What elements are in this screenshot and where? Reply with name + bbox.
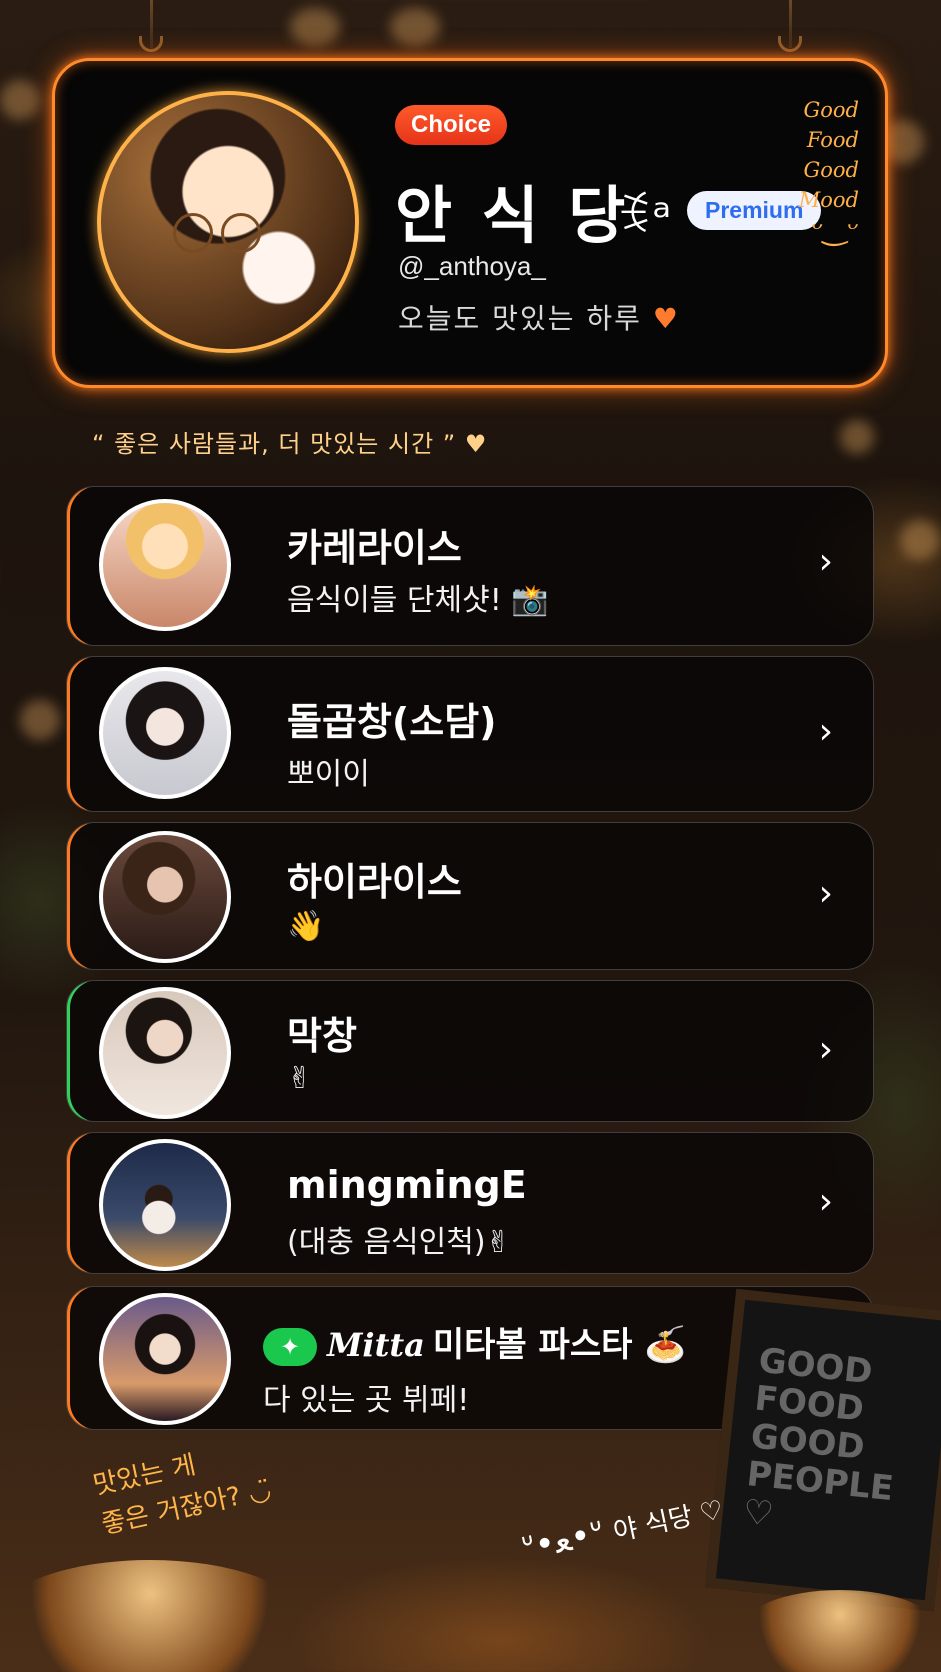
chalkboard-sign: GOOD FOOD GOOD PEOPLE ♡ — [704, 1288, 941, 1612]
profile-card: Choice 안 식 당 ꉂᵃ Premium @_anthoya_ 오늘도 맛… — [52, 58, 888, 388]
row-title: 하이라이스 — [287, 860, 462, 904]
row-subtitle: 다 있는 곳 뷔페! — [263, 1383, 470, 1418]
profile-motto: 오늘도 맛있는 하루 ♥ — [398, 297, 680, 337]
link-row-hi-rice[interactable]: 하이라이스 👋 › — [66, 822, 874, 970]
row-title: 미타볼 파스타 🍝 — [432, 1325, 687, 1365]
note-text: 야 식당 ♡ — [610, 1494, 727, 1548]
profile-name: 안 식 당 — [395, 179, 630, 252]
link-row-dolgopchang[interactable]: 돌곱창(소담) 뽀이이 › — [66, 656, 874, 812]
row-avatar — [99, 831, 231, 963]
candle-light — [0, 1560, 300, 1672]
chevron-right-icon: › — [818, 873, 833, 914]
bokeh-light — [900, 520, 940, 560]
row-subtitle: (대충 음식인척)✌ — [287, 1225, 511, 1260]
tagline-quote: “ 좋은 사람들과, 더 맛있는 시간 ” ♥ — [92, 430, 488, 458]
motto-text: 오늘도 맛있는 하루 — [398, 302, 642, 335]
link-row-mingminge[interactable]: mingmingE (대충 음식인척)✌ › — [66, 1132, 874, 1274]
bokeh-light — [840, 420, 874, 454]
row-avatar — [99, 1139, 231, 1271]
mood-line: Food — [806, 128, 859, 152]
bokeh-light — [20, 700, 60, 740]
row-avatar — [99, 499, 231, 631]
handwritten-note-left: 맛있는 게 좋은 거잖아? ◡̈ — [90, 1431, 275, 1545]
chevron-right-icon: › — [818, 711, 833, 752]
hanging-hook-left — [139, 36, 163, 52]
profile-handle: @_anthoya_ — [398, 251, 546, 281]
chevron-right-icon: › — [818, 1029, 833, 1070]
bokeh-light — [390, 8, 440, 46]
row-title: 돌곱창(소담) — [287, 700, 497, 744]
good-food-good-mood-doodle: Good Food Good Mood ᵕ‿ᵕ — [799, 95, 859, 245]
row-subtitle: ✌ — [287, 1061, 313, 1096]
mood-line: Good — [803, 158, 859, 182]
glasses-decoration — [221, 213, 261, 253]
chevron-right-icon: › — [818, 541, 833, 582]
bokeh-light — [0, 80, 40, 120]
sparkle-icon: ✦ — [263, 1327, 317, 1366]
mitta-brand: Mitta — [327, 1326, 425, 1364]
bokeh-light — [290, 8, 340, 46]
row-avatar — [99, 1293, 231, 1425]
profile-avatar[interactable] — [97, 91, 359, 353]
bunny-icon: ꉂᵃ — [615, 189, 672, 245]
row-avatar — [99, 667, 231, 799]
row-title: 막창 — [287, 1014, 357, 1058]
mood-line: Good — [803, 98, 859, 122]
heart-icon: ♥ — [652, 302, 680, 335]
bunny-doodle-icon: ᐡ•ﻌ•ᐡ — [518, 1512, 608, 1569]
row-subtitle: 음식이들 단체샷! 📸 — [287, 583, 549, 618]
mood-line: Mood — [798, 188, 859, 212]
choice-badge: Choice — [395, 105, 508, 145]
glasses-decoration — [173, 213, 213, 253]
row-subtitle: 👋 — [287, 909, 325, 944]
row-subtitle: 뽀이이 — [287, 757, 370, 792]
link-row-curry-rice[interactable]: 카레라이스 음식이들 단체샷! 📸 › — [66, 486, 874, 646]
handwritten-note-right: ᐡ•ﻌ•ᐡ 야 식당 ♡ — [518, 1487, 726, 1569]
row-avatar — [99, 987, 231, 1119]
link-row-makchang[interactable]: 막창 ✌ › — [66, 980, 874, 1122]
chevron-right-icon: › — [818, 1181, 833, 1222]
candle-light — [740, 1590, 940, 1672]
row-title: mingmingE — [287, 1163, 527, 1207]
smile-icon: ᵕ‿ᵕ — [811, 212, 859, 247]
hanging-hook-right — [778, 36, 802, 52]
row-title: 카레라이스 — [287, 526, 462, 570]
row-title-group: ✦ Mitta 미타볼 파스타 🍝 — [263, 1317, 687, 1366]
